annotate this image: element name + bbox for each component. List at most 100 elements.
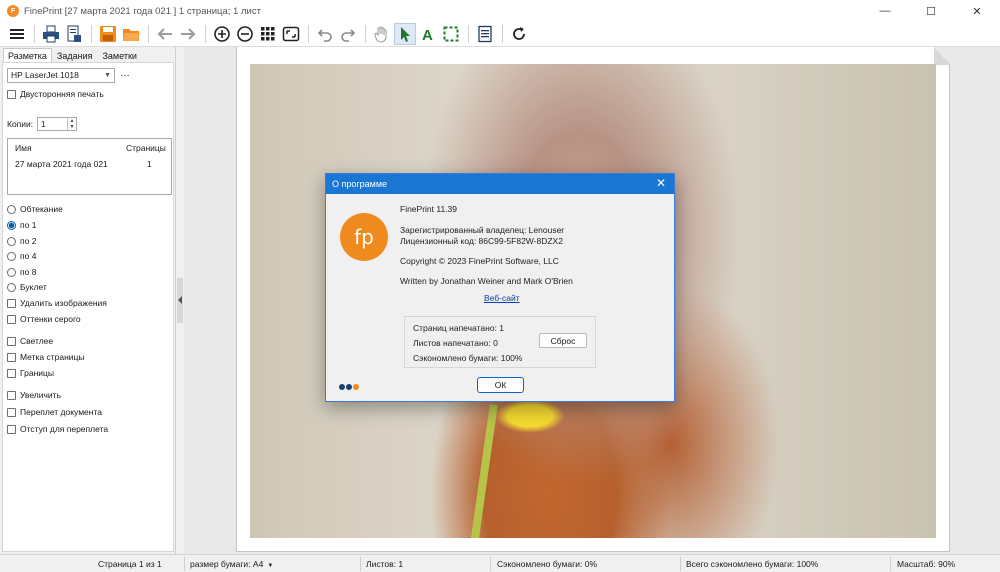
about-dialog: О программе ✕ fp FinePrint 11.39 Зарегис… xyxy=(325,173,675,402)
undo-icon[interactable] xyxy=(314,23,336,45)
title-bar: F FinePrint [27 марта 2021 года 021 ] 1 … xyxy=(0,0,1000,22)
status-separator xyxy=(890,557,891,571)
maximize-button[interactable]: ☐ xyxy=(908,0,954,22)
status-separator xyxy=(360,557,361,571)
job-pages-cell: 1 xyxy=(147,159,152,169)
grayscale-option[interactable]: Оттенки серого xyxy=(7,314,81,324)
binding-option[interactable]: Переплет документа xyxy=(7,407,102,417)
toolbar-separator xyxy=(91,25,92,43)
redo-icon[interactable] xyxy=(337,23,359,45)
window-title: FinePrint [27 марта 2021 года 021 ] 1 ст… xyxy=(24,5,261,17)
close-button[interactable]: ✕ xyxy=(954,0,1000,22)
column-header-pages[interactable]: Страницы xyxy=(126,143,166,153)
layout-option-1up[interactable]: по 1 xyxy=(7,220,36,230)
grid-view-icon[interactable] xyxy=(257,23,279,45)
copies-input[interactable]: 1 ▲ ▼ xyxy=(37,117,77,131)
version-text: FinePrint 11.39 xyxy=(400,204,458,214)
print-icon[interactable] xyxy=(40,23,62,45)
binding-checkbox[interactable] xyxy=(7,407,16,417)
enlarge-checkbox[interactable] xyxy=(7,390,16,400)
panel-splitter[interactable] xyxy=(177,278,183,323)
select-area-icon[interactable] xyxy=(440,23,462,45)
open-folder-icon[interactable] xyxy=(120,23,142,45)
forward-arrow-icon[interactable] xyxy=(177,23,199,45)
minimize-button[interactable]: — xyxy=(862,0,908,22)
radio-label: по 1 xyxy=(20,220,37,230)
checkbox-label: Светлее xyxy=(20,336,54,346)
pointer-icon[interactable] xyxy=(394,23,416,45)
toolbar-separator xyxy=(365,25,366,43)
radio-label: по 4 xyxy=(20,251,37,261)
copies-value: 1 xyxy=(41,119,46,129)
checkbox-label: Увеличить xyxy=(20,390,61,400)
radio-1up[interactable] xyxy=(7,220,16,230)
duplex-checkbox[interactable] xyxy=(7,89,16,99)
document-icon[interactable] xyxy=(474,23,496,45)
radio-label: Обтекание xyxy=(20,204,63,214)
collapse-arrow-icon xyxy=(178,296,182,304)
status-separator xyxy=(680,557,681,571)
save-icon[interactable] xyxy=(97,23,119,45)
layout-option-wrap[interactable]: Обтекание xyxy=(7,204,63,214)
fit-page-icon[interactable] xyxy=(280,23,302,45)
status-sheets: Листов: 1 xyxy=(366,559,404,569)
status-saved: Сэкономлено бумаги: 0% xyxy=(497,559,598,569)
print-settings-icon[interactable] xyxy=(63,23,85,45)
radio-wrap[interactable] xyxy=(7,204,16,214)
page-stamp-checkbox[interactable] xyxy=(7,352,16,362)
website-link[interactable]: Веб-сайт xyxy=(484,293,520,303)
chevron-down-icon: ▼ xyxy=(104,72,111,79)
menu-icon[interactable] xyxy=(6,23,28,45)
gutter-checkbox[interactable] xyxy=(7,424,16,434)
text-tool-icon[interactable]: A xyxy=(417,23,439,45)
layout-option-8up[interactable]: по 8 xyxy=(7,267,36,277)
grayscale-checkbox[interactable] xyxy=(7,314,16,324)
ok-button[interactable]: ОК xyxy=(477,377,524,393)
radio-booklet[interactable] xyxy=(7,282,16,292)
printer-select-value: HP LaserJet 1018 xyxy=(11,70,79,80)
radio-2up[interactable] xyxy=(7,236,16,246)
status-total-saved: Всего сэкономлено бумаги: 100% xyxy=(686,559,819,569)
remove-images-option[interactable]: Удалить изображения xyxy=(7,298,107,308)
lighter-checkbox[interactable] xyxy=(7,336,16,346)
remove-images-checkbox[interactable] xyxy=(7,298,16,308)
checkbox-label: Отступ для переплета xyxy=(20,424,109,434)
borders-checkbox[interactable] xyxy=(7,368,16,378)
duplex-option[interactable]: Двусторонняя печать xyxy=(7,89,104,99)
radio-label: по 2 xyxy=(20,236,37,246)
checkbox-label: Метка страницы xyxy=(20,352,85,362)
refresh-icon[interactable] xyxy=(508,23,530,45)
hand-icon[interactable] xyxy=(371,23,393,45)
checkbox-label: Границы xyxy=(20,368,54,378)
app-icon[interactable]: F xyxy=(7,5,19,17)
printer-select[interactable]: HP LaserJet 1018 ▼ xyxy=(7,68,115,83)
radio-4up[interactable] xyxy=(7,251,16,261)
borders-option[interactable]: Границы xyxy=(7,368,54,378)
close-icon[interactable]: ✕ xyxy=(656,177,666,190)
reset-button[interactable]: Сброс xyxy=(539,333,587,348)
dandelion-flower xyxy=(495,399,565,433)
layout-option-booklet[interactable]: Буклет xyxy=(7,282,47,292)
toolbar-separator xyxy=(468,25,469,43)
copyright-text: Copyright © 2023 FinePrint Software, LLC xyxy=(400,256,559,266)
zoom-out-icon[interactable] xyxy=(234,23,256,45)
printer-more-button[interactable]: … xyxy=(120,68,131,79)
toolbar-separator xyxy=(205,25,206,43)
dot-1 xyxy=(339,384,345,390)
gutter-option[interactable]: Отступ для переплета xyxy=(7,424,108,434)
toolbar-separator xyxy=(34,25,35,43)
column-header-name[interactable]: Имя xyxy=(15,143,32,153)
lighter-option[interactable]: Светлее xyxy=(7,336,53,346)
copies-stepper[interactable]: ▲ ▼ xyxy=(67,118,76,130)
chevron-down-icon: ▼ xyxy=(265,563,274,569)
back-arrow-icon[interactable] xyxy=(154,23,176,45)
enlarge-option[interactable]: Увеличить xyxy=(7,390,61,400)
page-stamp-option[interactable]: Метка страницы xyxy=(7,352,85,362)
radio-8up[interactable] xyxy=(7,267,16,277)
status-paper-size[interactable]: размер бумаги: A4 ▼ xyxy=(190,559,273,569)
job-name-cell[interactable]: 27 марта 2021 года 021 xyxy=(15,159,108,169)
zoom-in-icon[interactable] xyxy=(211,23,233,45)
left-panel: Разметка Задания Заметки HP LaserJet 101… xyxy=(0,47,176,554)
layout-option-4up[interactable]: по 4 xyxy=(7,251,36,261)
layout-option-2up[interactable]: по 2 xyxy=(7,236,36,246)
